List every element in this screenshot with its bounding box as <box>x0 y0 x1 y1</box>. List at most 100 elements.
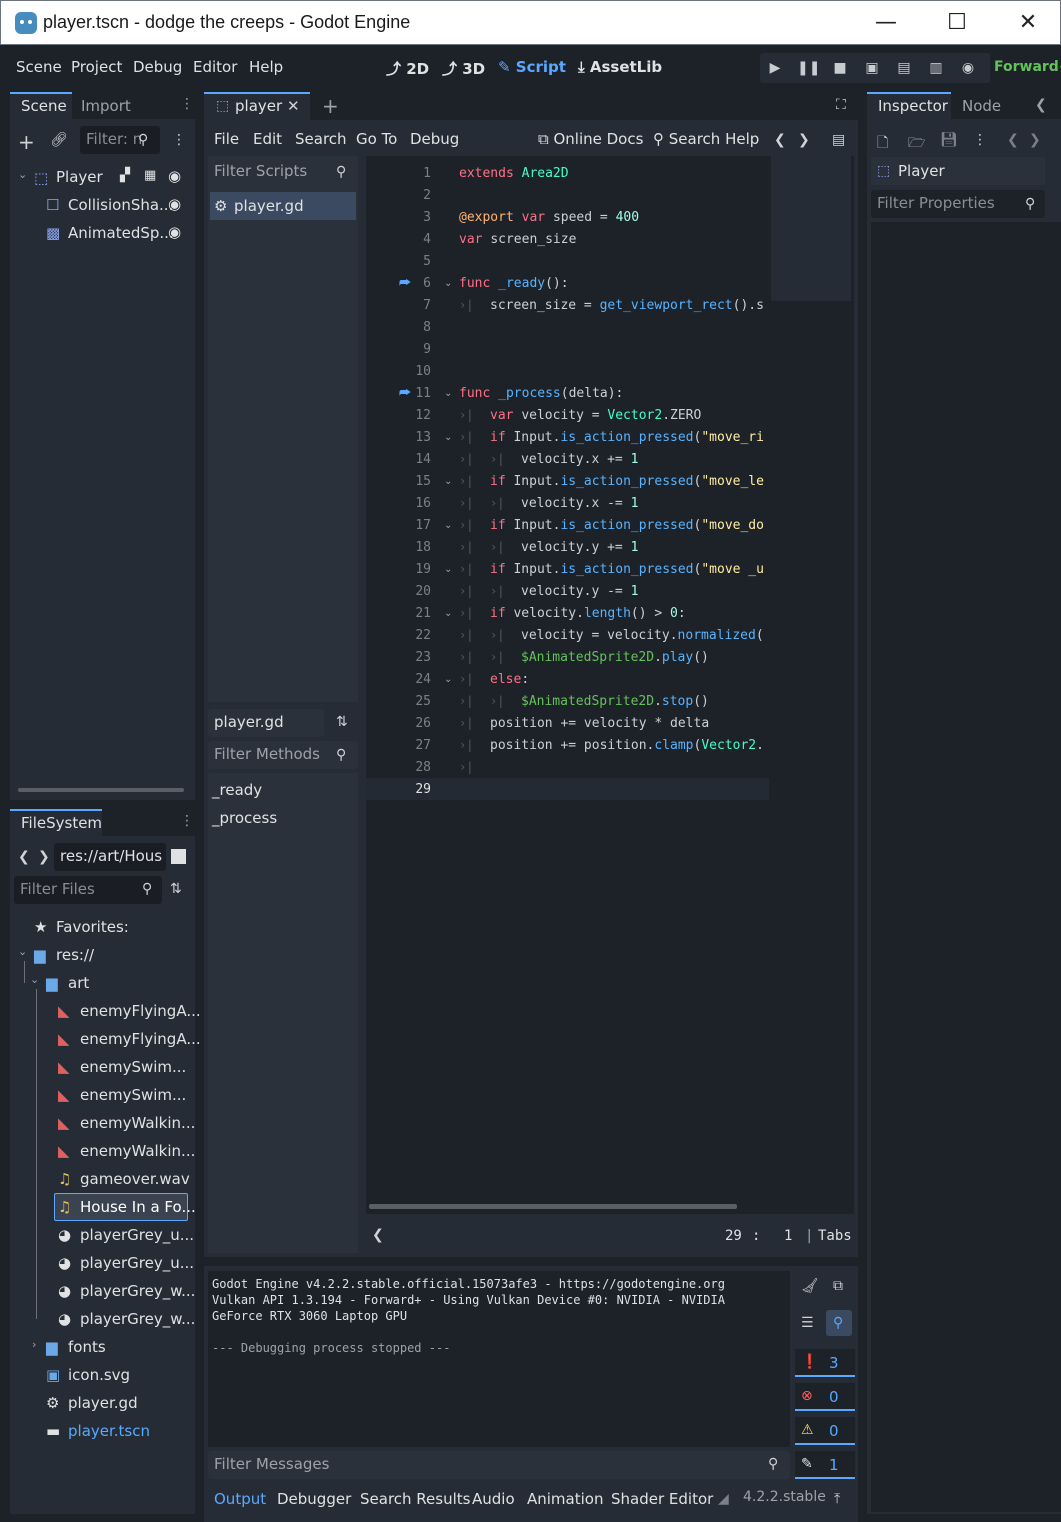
workspace-2d-button[interactable]: ⤴ 2D <box>386 58 429 79</box>
fold-chevron-icon[interactable]: ⌄ <box>444 520 452 531</box>
minimap[interactable] <box>771 156 851 301</box>
group-icon[interactable]: ▦ <box>144 168 156 183</box>
toggle-panel-icon[interactable]: ▤ <box>832 132 845 148</box>
split-view-icon[interactable] <box>171 849 186 864</box>
tree-node-collision[interactable]: CollisionSha... <box>68 196 173 214</box>
workspace-assetlib-button[interactable]: ⤓ AssetLib <box>578 58 662 76</box>
menu-scene[interactable]: Scene <box>16 58 62 76</box>
filter-properties-input[interactable]: Filter Properties <box>871 190 1045 218</box>
back-arrow-icon[interactable]: ❮ <box>18 849 30 865</box>
sort-icon[interactable]: ⇅ <box>336 714 348 730</box>
save-icon[interactable]: 💾︎ <box>940 132 958 148</box>
fs-folder-art[interactable]: art <box>68 974 89 992</box>
tab-import[interactable]: Import <box>81 97 131 115</box>
fullscreen-icon[interactable]: ⛶ <box>836 97 846 113</box>
fs-file[interactable]: playerGrey_w... <box>80 1310 195 1328</box>
chevron-down-icon[interactable]: ⌄ <box>30 973 39 986</box>
fs-file[interactable]: playerGrey_u... <box>80 1226 194 1244</box>
back-arrow-icon[interactable]: ❮ <box>774 132 786 148</box>
path-field[interactable]: res://art/Hous <box>54 843 166 871</box>
fs-file[interactable]: enemyWalkin... <box>80 1142 195 1160</box>
link-icon[interactable]: 🔗︎ <box>50 132 68 148</box>
play-custom-scene-icon[interactable]: ▥ <box>925 57 947 79</box>
workspace-3d-button[interactable]: ⤴ 3D <box>442 58 485 79</box>
script-menu-file[interactable]: File <box>214 130 239 148</box>
connected-signal-icon[interactable]: ⮫ <box>399 386 411 401</box>
code-horizontal-scrollbar[interactable] <box>369 1204 737 1209</box>
maximize-button[interactable]: ☐ <box>934 7 980 39</box>
play-scene-icon[interactable]: ▤ <box>893 57 915 79</box>
bottom-tab-audio[interactable]: Audio <box>472 1490 515 1508</box>
dock-menu-icon[interactable]: ⋮ <box>180 813 194 829</box>
bottom-tab-output[interactable]: Output <box>214 1490 266 1508</box>
bottom-tab-search-results[interactable]: Search Results <box>360 1490 470 1508</box>
chevron-right-icon[interactable]: › <box>32 1338 36 1351</box>
fold-chevron-icon[interactable]: ⌄ <box>444 432 452 443</box>
scene-options-icon[interactable]: ⋮ <box>172 132 186 148</box>
forward-arrow-icon[interactable]: ❯ <box>798 132 810 148</box>
chevron-down-icon[interactable]: ⌄ <box>18 168 27 181</box>
visibility-eye-icon[interactable]: ◉ <box>168 167 181 185</box>
fold-chevron-icon[interactable]: ⌄ <box>444 608 452 619</box>
add-node-icon[interactable]: + <box>18 130 35 154</box>
stop-icon[interactable]: ■ <box>829 57 851 79</box>
copy-icon[interactable]: ⧉ <box>833 1278 843 1294</box>
connected-signal-icon[interactable]: ⮫ <box>399 276 411 291</box>
indent-mode[interactable]: Tabs <box>818 1228 852 1244</box>
horizontal-scrollbar[interactable] <box>18 788 184 792</box>
script-menu-goto[interactable]: Go To <box>356 130 397 148</box>
script-menu-edit[interactable]: Edit <box>253 130 282 148</box>
remote-debug-icon[interactable]: ▣ <box>861 57 883 79</box>
chevron-down-icon[interactable]: ⌄ <box>18 945 27 958</box>
fs-file[interactable]: player.tscn <box>68 1422 150 1440</box>
more-options-icon[interactable]: ⋮ <box>973 132 987 148</box>
bottom-tab-debugger[interactable]: Debugger <box>277 1490 351 1508</box>
filter-messages-input[interactable]: Filter Messages <box>208 1451 790 1479</box>
dock-menu-icon[interactable]: ⋮ <box>180 96 194 112</box>
tab-node[interactable]: Node <box>962 97 1001 115</box>
close-tab-icon[interactable]: ✕ <box>287 97 300 115</box>
forward-arrow-icon[interactable]: ❯ <box>1029 132 1041 148</box>
fold-chevron-icon[interactable]: ⌄ <box>444 674 452 685</box>
forward-arrow-icon[interactable]: ❯ <box>38 849 50 865</box>
script-list-item[interactable]: player.gd <box>234 197 304 215</box>
fold-chevron-icon[interactable]: ⌄ <box>444 476 452 487</box>
fs-file[interactable]: enemySwim... <box>80 1058 186 1076</box>
method-item[interactable]: _process <box>212 809 277 827</box>
new-tab-icon[interactable]: + <box>322 94 339 118</box>
fold-chevron-icon[interactable]: ⌄ <box>444 278 452 289</box>
filter-files-input[interactable]: Filter Files <box>14 876 162 904</box>
fs-favorites[interactable]: Favorites: <box>56 918 129 936</box>
fs-res-root[interactable]: res:// <box>56 946 94 964</box>
menu-project[interactable]: Project <box>71 58 122 76</box>
new-resource-icon[interactable]: 🗋︎ <box>877 132 888 156</box>
renderer-selector[interactable]: Forward+ <box>994 59 1061 75</box>
script-menu-debug[interactable]: Debug <box>410 130 459 148</box>
chevron-left-icon[interactable]: ❮ <box>1035 97 1047 113</box>
fs-file[interactable]: gameover.wav <box>80 1170 190 1188</box>
fs-file[interactable]: enemyFlyingA... <box>80 1002 201 1020</box>
menu-editor[interactable]: Editor <box>193 58 237 76</box>
minimize-button[interactable]: — <box>863 7 909 39</box>
tree-node-player[interactable]: Player <box>56 168 103 186</box>
back-arrow-icon[interactable]: ❮ <box>1007 132 1019 148</box>
collapse-icon[interactable]: ☰ <box>801 1315 814 1331</box>
script-attached-icon[interactable]: ▞ <box>120 168 130 183</box>
search-help-button[interactable]: ⚲ Search Help <box>653 130 759 148</box>
clear-output-icon[interactable]: 🧹︎ <box>801 1278 819 1294</box>
fs-file[interactable]: enemySwim... <box>80 1086 186 1104</box>
tree-node-animatedsprite[interactable]: AnimatedSp... <box>68 224 174 242</box>
script-menu-search[interactable]: Search <box>295 130 347 148</box>
fs-file-selected[interactable]: House In a Fo... <box>80 1198 196 1216</box>
fs-folder-fonts[interactable]: fonts <box>68 1338 106 1356</box>
fold-chevron-icon[interactable]: ⌄ <box>444 388 452 399</box>
fs-file[interactable]: enemyWalkin... <box>80 1114 195 1132</box>
play-icon[interactable]: ▶ <box>764 57 786 79</box>
fs-file[interactable]: enemyFlyingA... <box>80 1030 201 1048</box>
visibility-eye-icon[interactable]: ◉ <box>168 223 181 241</box>
movie-maker-icon[interactable]: ◉ <box>957 57 979 79</box>
fs-file[interactable]: icon.svg <box>68 1366 130 1384</box>
method-item[interactable]: _ready <box>212 781 262 799</box>
fold-chevron-icon[interactable]: ⌄ <box>444 564 452 575</box>
pause-icon[interactable]: ❚❚ <box>797 57 820 79</box>
